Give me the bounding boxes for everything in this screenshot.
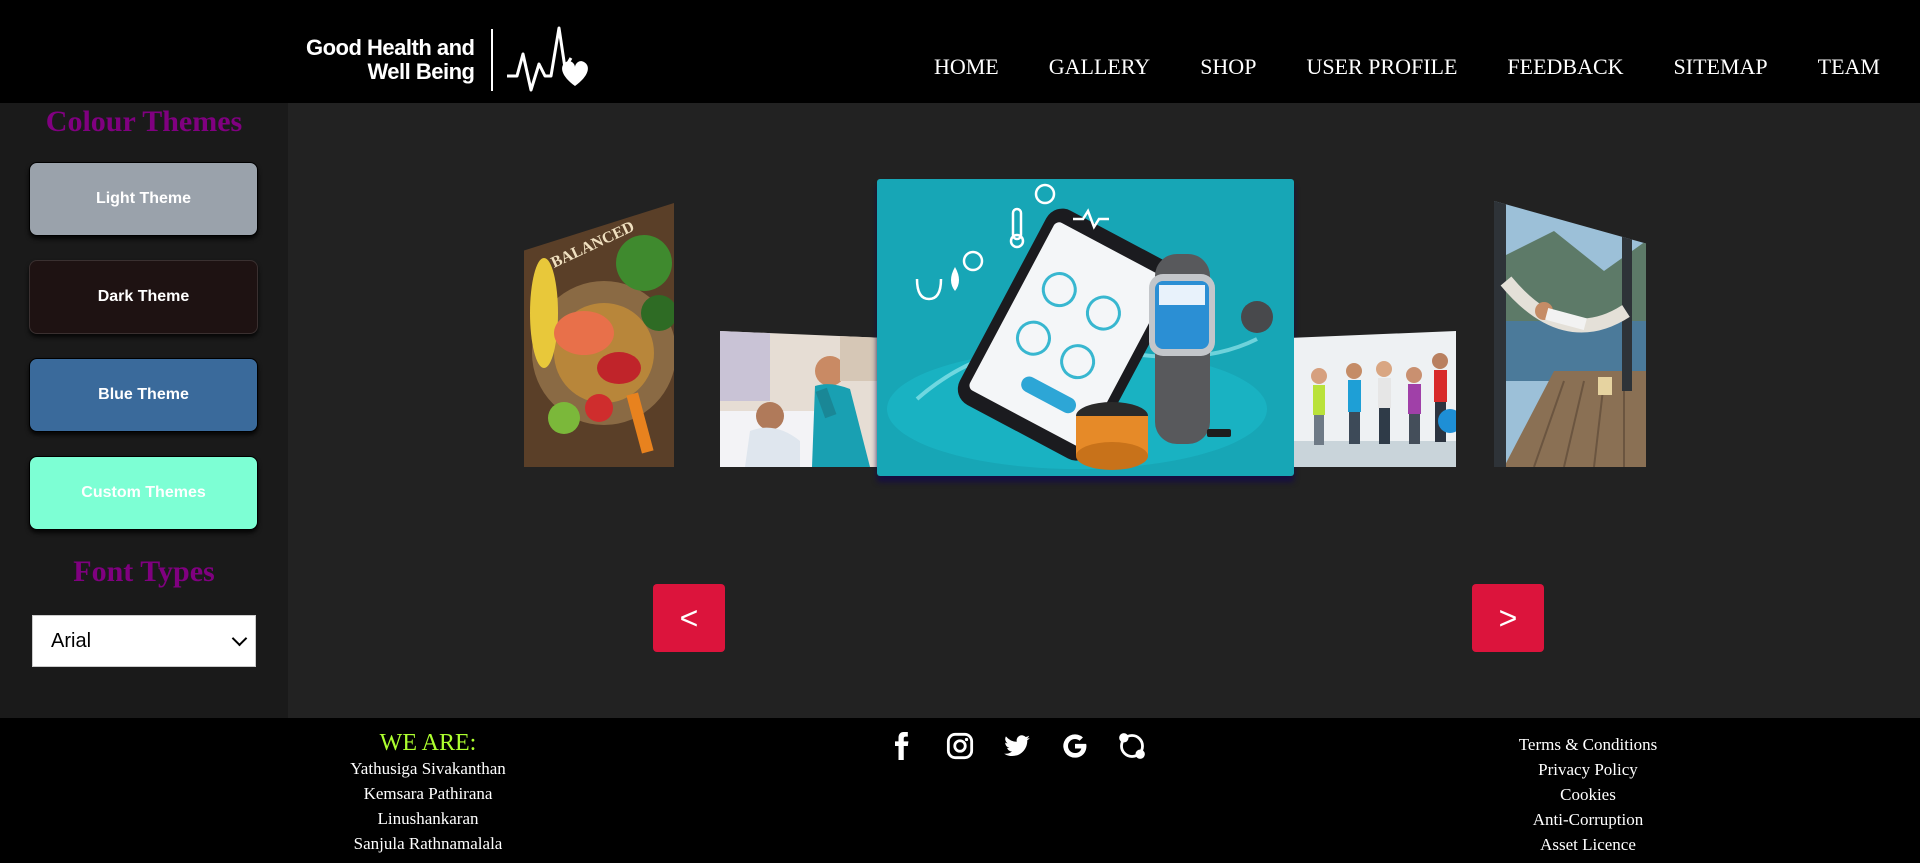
group-exercise-image[interactable] (1294, 331, 1456, 467)
asset-licence-link[interactable]: Asset Licence (1488, 832, 1688, 857)
nurse-patient-image[interactable] (720, 331, 880, 467)
health-tracking-devices-image[interactable] (877, 179, 1294, 476)
custom-themes-button[interactable]: Custom Themes (29, 456, 258, 530)
logo-line-2: Well Being (367, 59, 475, 84)
nav-home[interactable]: HOME (934, 54, 999, 80)
privacy-policy-link[interactable]: Privacy Policy (1488, 757, 1688, 782)
theme-sidebar: Colour Themes Light Theme Dark Theme Blu… (0, 103, 288, 718)
main-nav: HOME GALLERY SHOP USER PROFILE FEEDBACK … (934, 54, 1920, 80)
light-theme-button[interactable]: Light Theme (29, 162, 258, 236)
nav-user-profile[interactable]: USER PROFILE (1306, 54, 1457, 80)
skype-icon[interactable] (1116, 730, 1148, 762)
team-member: Linushankaran (377, 809, 479, 828)
instagram-icon[interactable] (944, 730, 976, 762)
google-icon[interactable] (1059, 730, 1091, 762)
nav-gallery[interactable]: GALLERY (1049, 54, 1150, 80)
we-are-title: WE ARE: (379, 730, 477, 756)
logo-divider (490, 29, 493, 91)
social-links (886, 730, 1174, 762)
dark-theme-button[interactable]: Dark Theme (29, 260, 258, 334)
carousel-prev-button[interactable]: < (653, 584, 725, 652)
font-types-heading: Font Types (73, 555, 215, 588)
facebook-icon[interactable] (886, 730, 918, 762)
anti-corruption-link[interactable]: Anti-Corruption (1488, 807, 1688, 832)
team-member: Yathusiga Sivakanthan (350, 759, 506, 778)
gallery-carousel: BALANCED < > (288, 103, 1920, 718)
hammock-relaxing-image[interactable] (1494, 201, 1646, 467)
colour-themes-heading: Colour Themes (45, 105, 243, 138)
chevron-down-icon (231, 630, 248, 646)
team-member: Sanjula Rathnamalala (353, 834, 503, 853)
nav-team[interactable]: TEAM (1818, 54, 1880, 80)
font-type-select[interactable]: Arial (32, 615, 256, 667)
nav-shop[interactable]: SHOP (1200, 54, 1256, 80)
twitter-icon[interactable] (1001, 730, 1033, 762)
font-select-value: Arial (51, 629, 92, 652)
terms-link[interactable]: Terms & Conditions (1488, 732, 1688, 757)
team-member: Kemsara Pathirana (363, 784, 493, 803)
heartbeat-heart-icon (506, 26, 588, 92)
carousel-next-button[interactable]: > (1472, 584, 1544, 652)
site-logo[interactable]: Good Health and Well Being (306, 24, 591, 96)
nav-sitemap[interactable]: SITEMAP (1674, 54, 1768, 80)
balanced-diet-image[interactable]: BALANCED (524, 203, 674, 467)
nav-feedback[interactable]: FEEDBACK (1507, 54, 1623, 80)
team-members: WE ARE: Yathusiga Sivakanthan Kemsara Pa… (328, 730, 528, 856)
logo-text: Good Health and Well Being (306, 36, 475, 84)
site-footer: WE ARE: Yathusiga Sivakanthan Kemsara Pa… (0, 718, 1920, 863)
logo-line-1: Good Health and (306, 35, 475, 60)
site-header: Good Health and Well Being HOME GALLERY … (0, 0, 1920, 103)
cookies-link[interactable]: Cookies (1488, 782, 1688, 807)
blue-theme-button[interactable]: Blue Theme (29, 358, 258, 432)
legal-links: Terms & Conditions Privacy Policy Cookie… (1488, 732, 1688, 857)
